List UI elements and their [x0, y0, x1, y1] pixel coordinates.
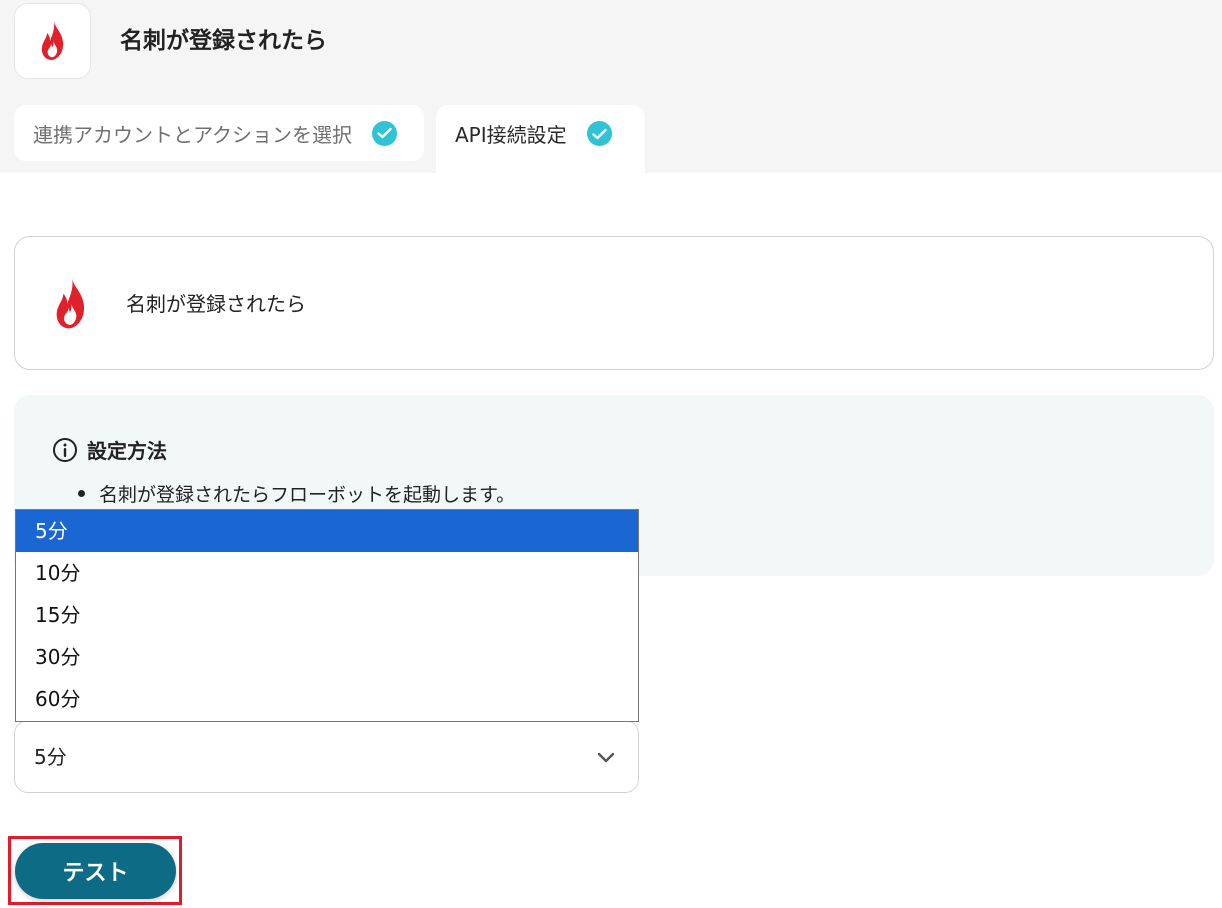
check-circle-icon — [586, 121, 612, 146]
tab-label: API接続設定 — [455, 123, 567, 147]
dropdown-option[interactable]: 5分 — [16, 510, 638, 552]
page-title: 名刺が登録されたら — [120, 28, 327, 54]
select-value: 5分 — [34, 745, 67, 769]
bullet-dot — [78, 490, 85, 497]
interval-dropdown-list: 5分 10分 15分 30分 60分 — [15, 509, 639, 722]
check-circle-icon — [372, 120, 397, 146]
test-button[interactable]: テスト — [15, 843, 176, 899]
info-circle-icon — [53, 437, 77, 462]
tab-account-action[interactable]: 連携アカウントとアクションを選択 — [14, 105, 424, 161]
flame-icon — [41, 21, 63, 60]
tab-label: 連携アカウントとアクションを選択 — [33, 122, 352, 147]
chevron-down-icon — [597, 752, 615, 763]
info-text: 名刺が登録されたらフローボットを起動します。 — [99, 484, 516, 506]
tab-api-settings[interactable]: API接続設定 — [436, 105, 645, 173]
dropdown-option[interactable]: 30分 — [16, 636, 638, 678]
info-title: 設定方法 — [87, 439, 167, 463]
app-icon — [14, 3, 91, 79]
trigger-card: 名刺が登録されたら — [14, 236, 1214, 370]
dropdown-option[interactable]: 10分 — [16, 552, 638, 594]
dropdown-option[interactable]: 60分 — [16, 678, 638, 720]
interval-select[interactable]: 5分 — [14, 720, 639, 793]
info-heading: 設定方法 — [52, 435, 167, 464]
page: 名刺が登録されたら 連携アカウントとアクションを選択 API接続設定 名刺が登録… — [0, 0, 1222, 908]
trigger-title: 名刺が登録されたら — [126, 292, 306, 316]
flame-icon — [51, 277, 91, 331]
list-item: 名刺が登録されたらフローボットを起動します。 — [78, 480, 515, 507]
dropdown-option[interactable]: 15分 — [16, 594, 638, 636]
